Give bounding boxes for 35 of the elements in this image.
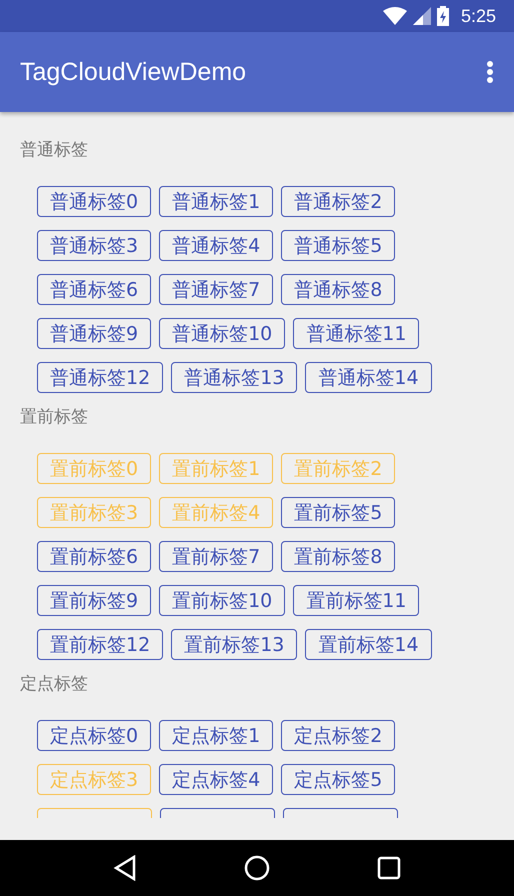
section-title: 置前标签 (19, 406, 89, 429)
tag[interactable]: 置前标签5 (281, 497, 396, 528)
tag[interactable]: 普通标签13 (171, 362, 298, 393)
tag[interactable]: 普通标签1 (159, 186, 274, 217)
tag[interactable]: 定点标签2 (281, 720, 396, 751)
tag[interactable]: 普通标签12 (37, 362, 164, 393)
tag[interactable]: 普通标签3 (37, 230, 152, 261)
tag[interactable]: 普通标签5 (281, 230, 396, 261)
tag[interactable]: 置前标签14 (305, 629, 432, 660)
tag[interactable]: 定点标签0 (37, 720, 152, 751)
tag[interactable]: 置前标签6 (37, 541, 152, 572)
tag[interactable]: 置前标签11 (293, 585, 420, 616)
tag[interactable]: 置前标签12 (37, 629, 164, 660)
tag[interactable]: 置前标签9 (37, 585, 152, 616)
app-title: TagCloudViewDemo (20, 58, 246, 86)
tag[interactable]: 普通标签9 (37, 318, 152, 349)
status-time: 5:25 (460, 6, 496, 26)
tag[interactable]: 置前标签8 (281, 541, 396, 572)
tag[interactable]: 普通标签2 (281, 186, 396, 217)
section-title: 定点标签 (19, 673, 89, 696)
tag[interactable]: 普通标签4 (159, 230, 274, 261)
tag[interactable]: 普通标签7 (159, 274, 274, 305)
tag[interactable]: 定点标签4 (159, 764, 274, 795)
tag[interactable]: 置前标签13 (171, 629, 298, 660)
tag[interactable]: 定点标签1 (159, 720, 274, 751)
tag[interactable]: 普通标签8 (281, 274, 396, 305)
tag[interactable]: 普通标签11 (293, 318, 420, 349)
section-title: 普通标签 (19, 139, 89, 162)
tag[interactable]: 普通标签6 (37, 274, 152, 305)
tag[interactable]: 普通标签0 (37, 186, 152, 217)
tag[interactable]: 普通标签10 (159, 318, 286, 349)
tag[interactable]: 普通标签14 (305, 362, 432, 393)
tag[interactable]: 置前标签7 (159, 541, 274, 572)
tag[interactable]: 定点标签5 (281, 764, 396, 795)
tag[interactable]: 置前标签10 (159, 585, 286, 616)
